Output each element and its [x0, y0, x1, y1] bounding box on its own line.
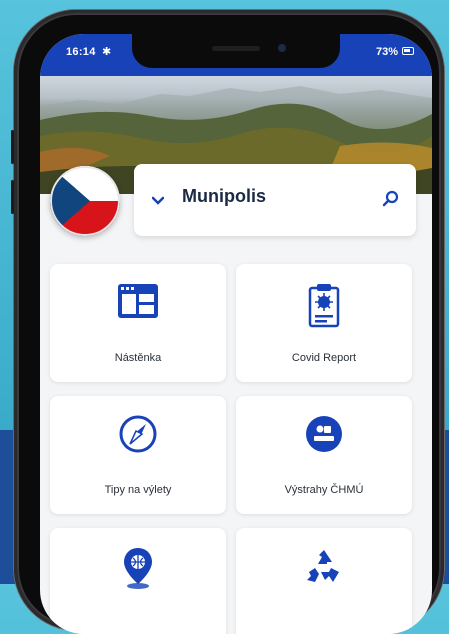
tile-map[interactable]	[50, 528, 226, 634]
compass-icon	[118, 414, 158, 459]
volume-up-button	[11, 130, 14, 164]
bulletin-board-icon	[116, 282, 160, 327]
notch	[132, 34, 340, 68]
map-pin-globe-icon	[118, 546, 158, 595]
front-camera	[278, 44, 286, 52]
municipality-selector[interactable]: Munipolis	[134, 164, 416, 236]
municipality-name: Munipolis	[182, 186, 266, 206]
settings-gear-icon: ✱	[102, 46, 112, 58]
phone-screen: 16:14 ✱ 73% Munipolis Nástěnka Covid Rep…	[40, 34, 432, 634]
battery-icon	[402, 47, 414, 55]
tile-bulletin-board[interactable]: Nástěnka	[50, 264, 226, 382]
speaker-grille	[212, 46, 260, 51]
volume-down-button	[11, 180, 14, 214]
recycle-icon	[303, 546, 345, 591]
chevron-down-icon[interactable]	[151, 193, 165, 211]
phone-frame: 16:14 ✱ 73% Munipolis Nástěnka Covid Rep…	[11, 10, 444, 634]
battery-percentage: 73%	[375, 46, 398, 58]
tile-label: Covid Report	[291, 352, 357, 364]
chmu-logo-icon	[304, 414, 344, 459]
tile-label: Výstrahy ČHMÚ	[284, 484, 364, 496]
tile-label: Nástěnka	[114, 352, 162, 364]
tile-covid-report[interactable]: Covid Report	[236, 264, 412, 382]
search-icon[interactable]	[382, 190, 400, 213]
tile-trip-tips[interactable]: Tipy na výlety	[50, 396, 226, 514]
clipboard-virus-icon	[306, 282, 342, 333]
tile-label: Tipy na výlety	[104, 484, 172, 496]
czech-flag-avatar[interactable]	[50, 166, 120, 236]
tile-recycling[interactable]	[236, 528, 412, 634]
tile-weather-warnings[interactable]: Výstrahy ČHMÚ	[236, 396, 412, 514]
status-time: 16:14	[66, 46, 96, 58]
